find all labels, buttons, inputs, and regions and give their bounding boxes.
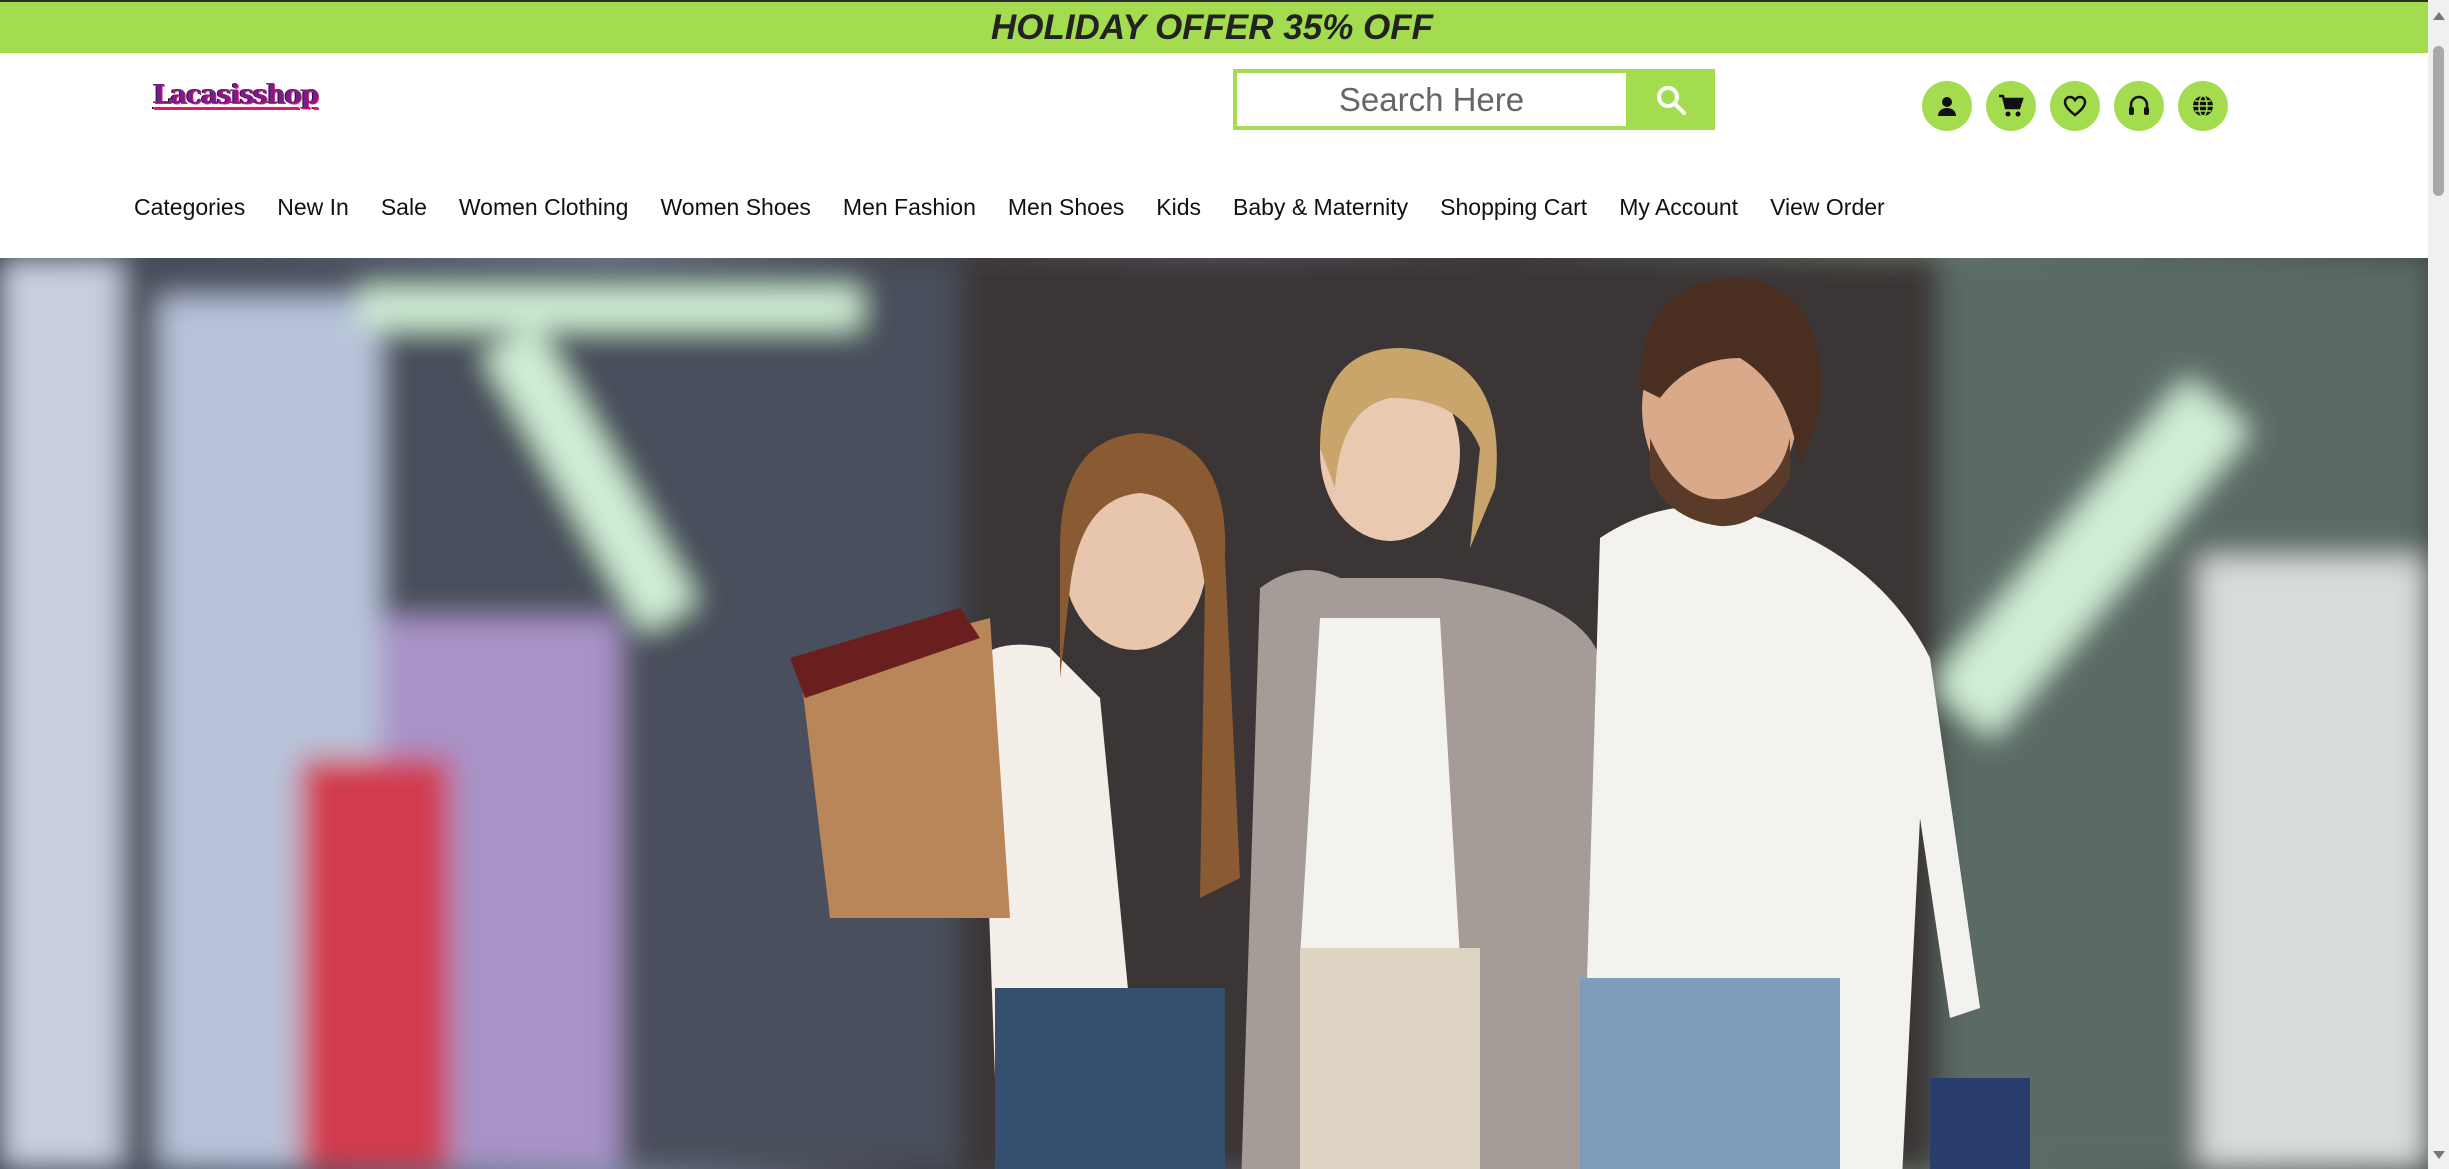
search-button[interactable] (1626, 69, 1715, 130)
scroll-down-icon[interactable] (2433, 1151, 2445, 1159)
account-button[interactable] (1922, 81, 1972, 131)
cart-icon (1999, 94, 2024, 117)
support-button[interactable] (2114, 81, 2164, 131)
search-icon (1656, 85, 1686, 115)
cart-button[interactable] (1986, 81, 2036, 131)
promo-text: HOLIDAY OFFER 35% OFF (990, 7, 1434, 47)
header-icons (1922, 81, 2228, 131)
nav-shopping-cart[interactable]: Shopping Cart (1440, 194, 1587, 221)
wishlist-icon (2063, 95, 2087, 117)
nav-sale[interactable]: Sale (381, 194, 427, 221)
nav-new-in[interactable]: New In (277, 194, 349, 221)
account-icon (1938, 97, 1956, 116)
nav-women-shoes[interactable]: Women Shoes (660, 194, 810, 221)
nav-view-order[interactable]: View Order (1770, 194, 1885, 221)
language-icon (2193, 95, 2213, 117)
nav-my-account[interactable]: My Account (1619, 194, 1738, 221)
wishlist-button[interactable] (2050, 81, 2100, 131)
nav-kids[interactable]: Kids (1156, 194, 1201, 221)
scroll-thumb[interactable] (2433, 46, 2444, 196)
main-nav: Categories New In Sale Women Clothing Wo… (134, 194, 1917, 221)
page-scrollbar[interactable] (2428, 0, 2449, 1169)
logo[interactable]: Lacasisshop (153, 75, 319, 115)
hero-banner (0, 258, 2428, 1169)
scroll-up-icon[interactable] (2433, 12, 2445, 20)
nav-baby-maternity[interactable]: Baby & Maternity (1233, 194, 1408, 221)
search-bar (1233, 69, 1715, 130)
nav-categories[interactable]: Categories (134, 194, 245, 221)
logo-text: Lacasisshop (153, 80, 319, 110)
nav-women-clothing[interactable]: Women Clothing (459, 194, 629, 221)
search-input[interactable] (1233, 69, 1626, 130)
promo-banner: HOLIDAY OFFER 35% OFF (0, 0, 2428, 53)
support-icon (2129, 95, 2149, 115)
nav-men-shoes[interactable]: Men Shoes (1008, 194, 1124, 221)
nav-men-fashion[interactable]: Men Fashion (843, 194, 976, 221)
language-button[interactable] (2178, 81, 2228, 131)
hero-image (0, 258, 2428, 1169)
